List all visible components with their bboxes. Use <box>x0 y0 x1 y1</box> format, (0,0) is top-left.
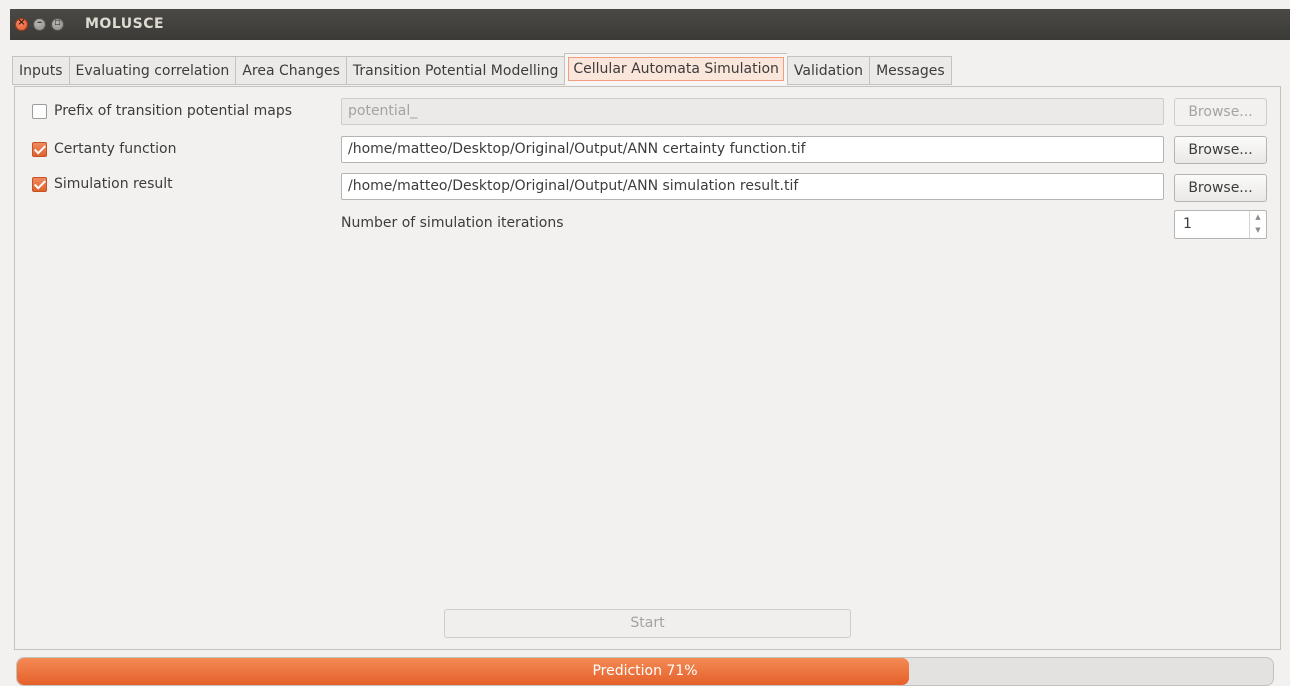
start-button[interactable]: Start <box>444 609 851 638</box>
tab-inputs[interactable]: Inputs <box>12 56 69 85</box>
prefix-label: Prefix of transition potential maps <box>54 103 293 119</box>
tab-label: Inputs <box>19 63 63 79</box>
prefix-browse-button[interactable]: Browse... <box>1174 98 1267 126</box>
simulation-checkbox[interactable] <box>32 176 47 192</box>
maximize-window-button[interactable]: ▫ <box>51 17 64 31</box>
tab-label: Cellular Automata Simulation <box>568 57 784 81</box>
tab-label: Validation <box>793 63 864 79</box>
tab-label: Evaluating correlation <box>75 63 230 79</box>
prefix-checkbox[interactable] <box>32 103 47 119</box>
spin-up-icon[interactable]: ▲ <box>1250 211 1266 224</box>
certainty-path-input[interactable]: /home/matteo/Desktop/Original/Output/ANN… <box>341 136 1164 163</box>
simulation-panel <box>14 86 1281 650</box>
prefix-input[interactable]: potential_ <box>341 98 1164 125</box>
tab-label: Area Changes <box>242 63 340 79</box>
minimize-window-button[interactable]: – <box>33 17 46 31</box>
simulation-label: Simulation result <box>54 176 173 192</box>
title-bar: × – ▫ MOLUSCE <box>10 9 1290 40</box>
tab-evaluating-correlation[interactable]: Evaluating correlation <box>68 56 236 85</box>
tab-label: Transition Potential Modelling <box>352 63 559 79</box>
certainty-label: Certanty function <box>54 141 177 157</box>
tab-bar: Inputs Evaluating correlation Area Chang… <box>12 53 952 86</box>
progress-bar: Prediction 71% <box>16 657 1274 686</box>
simulation-browse-button[interactable]: Browse... <box>1174 174 1267 202</box>
certainty-browse-button[interactable]: Browse... <box>1174 136 1267 164</box>
simulation-checkbox-row[interactable]: Simulation result <box>32 176 173 192</box>
tab-label: Messages <box>876 63 945 79</box>
simulation-path-input[interactable]: /home/matteo/Desktop/Original/Output/ANN… <box>341 173 1164 200</box>
window-title: MOLUSCE <box>85 16 165 32</box>
progress-text: Prediction 71% <box>592 663 698 679</box>
tab-area-changes[interactable]: Area Changes <box>235 56 346 85</box>
certainty-checkbox[interactable] <box>32 141 47 157</box>
close-icon: × <box>17 17 26 28</box>
tab-messages[interactable]: Messages <box>869 56 952 85</box>
minimize-icon: – <box>37 17 42 28</box>
iterations-value[interactable]: 1 <box>1183 211 1192 238</box>
tab-validation[interactable]: Validation <box>786 56 870 85</box>
iterations-spinbox[interactable]: 1 ▲ ▼ <box>1174 210 1267 239</box>
tab-transition-potential-modelling[interactable]: Transition Potential Modelling <box>345 56 565 85</box>
iterations-label: Number of simulation iterations <box>341 215 564 231</box>
certainty-checkbox-row[interactable]: Certanty function <box>32 141 177 157</box>
close-window-button[interactable]: × <box>15 17 28 31</box>
spin-arrows: ▲ ▼ <box>1249 211 1266 238</box>
spin-down-icon[interactable]: ▼ <box>1250 224 1266 237</box>
maximize-icon: ▫ <box>54 17 61 28</box>
prefix-checkbox-row[interactable]: Prefix of transition potential maps <box>32 103 292 119</box>
tab-cellular-automata-simulation[interactable]: Cellular Automata Simulation <box>564 53 787 85</box>
